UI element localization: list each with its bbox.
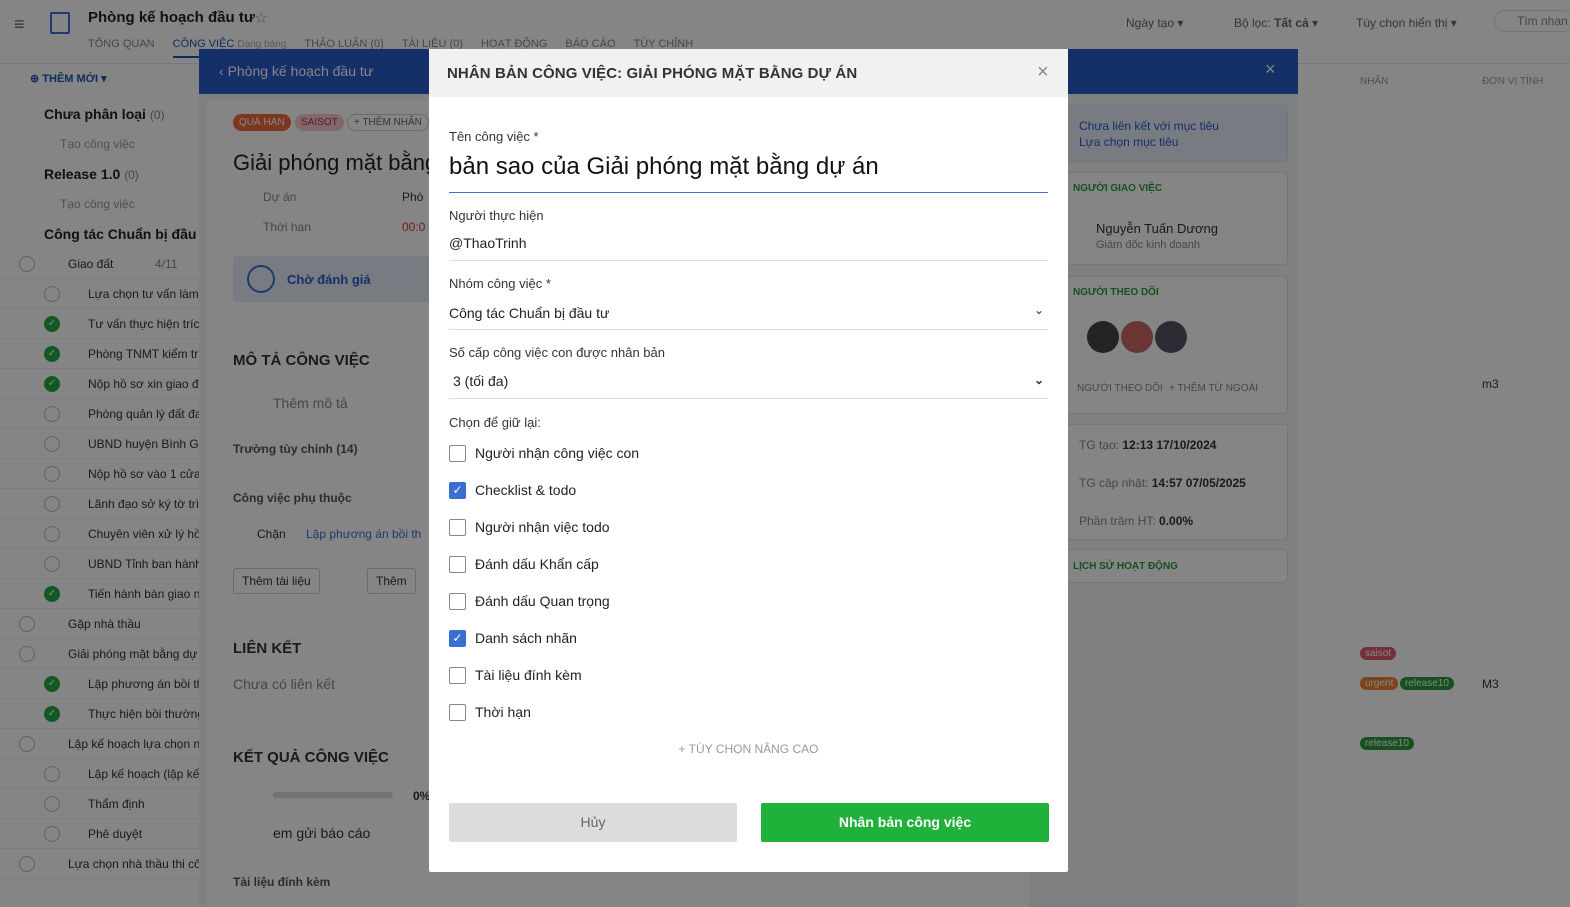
duplicate-task-button[interactable]: Nhân bản công việc [761, 803, 1049, 842]
assignee-label: Người thực hiện [449, 208, 544, 223]
dialog-title: NHÂN BẢN CÔNG VIỆC: GIẢI PHÓNG MẶT BẰNG … [447, 65, 858, 82]
sublevels-select[interactable]: 3 (tối đa) ⌄ [449, 373, 1048, 399]
keep-option-label[interactable]: Đánh dấu Quan trọng [475, 593, 610, 609]
task-group-label: Nhóm công việc * [449, 276, 551, 291]
keep-option-label[interactable]: Người nhận công việc con [475, 445, 639, 461]
keep-options-label: Chọn để giữ lại: [449, 415, 541, 430]
task-name-input[interactable]: bản sao của Giải phóng mặt bằng dự án [449, 153, 1048, 193]
duplicate-task-dialog: NHÂN BẢN CÔNG VIỆC: GIẢI PHÓNG MẶT BẰNG … [429, 49, 1068, 872]
keep-option-label[interactable]: Danh sách nhãn [475, 630, 577, 646]
keep-option-checkbox[interactable] [449, 667, 466, 684]
keep-option-label[interactable]: Checklist & todo [475, 482, 576, 498]
task-group-value: Công tác Chuẩn bị đầu tư [449, 305, 610, 321]
chevron-down-icon: ⌄ [1033, 303, 1044, 317]
keep-option-checkbox[interactable] [449, 519, 466, 536]
advanced-options-link[interactable]: + TÙY CHỌN NÂNG CAO [429, 742, 1068, 756]
keep-option-label[interactable]: Thời hạn [475, 704, 531, 720]
close-icon[interactable]: × [1037, 61, 1049, 84]
cancel-button[interactable]: Hủy [449, 803, 737, 842]
keep-option-checkbox[interactable] [449, 704, 466, 721]
dialog-header: NHÂN BẢN CÔNG VIỆC: GIẢI PHÓNG MẶT BẰNG … [429, 49, 1068, 97]
keep-option-checkbox[interactable] [449, 593, 466, 610]
assignee-input[interactable]: @ThaoTrinh [449, 235, 1048, 261]
task-name-label: Tên công việc * [449, 129, 539, 144]
keep-option-checkbox[interactable] [449, 556, 466, 573]
sublevels-value: 3 (tối đa) [453, 373, 509, 389]
keep-option-checkbox[interactable]: ✓ [449, 630, 466, 647]
chevron-down-icon: ⌄ [1033, 373, 1044, 387]
keep-option-checkbox[interactable]: ✓ [449, 482, 466, 499]
task-group-select[interactable]: Công tác Chuẩn bị đầu tư ⌄ [449, 303, 1048, 330]
keep-option-label[interactable]: Tài liệu đính kèm [475, 667, 582, 683]
sublevels-label: Số cấp công việc con được nhân bản [449, 345, 665, 360]
keep-option-label[interactable]: Người nhận việc todo [475, 519, 610, 535]
keep-option-checkbox[interactable] [449, 445, 466, 462]
keep-option-label[interactable]: Đánh dấu Khẩn cấp [475, 556, 599, 572]
